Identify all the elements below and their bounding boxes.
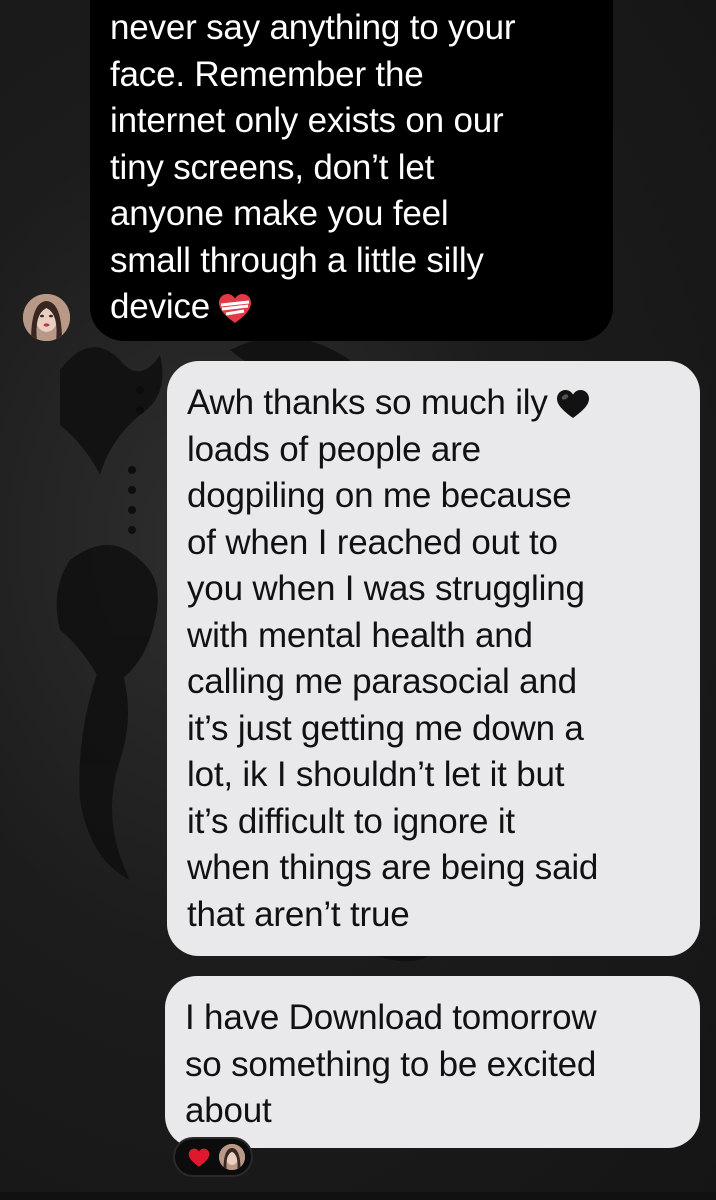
message-text-line-with-emoji: Awh thanks so much ily: [187, 380, 686, 427]
message-reactions[interactable]: [173, 1137, 253, 1177]
incoming-message-bubble[interactable]: never say anything to your face. Remembe…: [90, 0, 613, 341]
message-text-line: when things are being said: [187, 848, 599, 887]
message-text-line: of when I reached out to: [187, 522, 558, 562]
message-text-line: anyone make you feel: [110, 194, 449, 233]
message-text-line: so something to be excited: [185, 1044, 597, 1084]
message-text-line: about: [185, 1091, 272, 1130]
message-text-line: that aren’t true: [187, 894, 410, 934]
reactor-avatar: [219, 1144, 245, 1170]
message-text-line: dogpiling on me because: [187, 476, 572, 515]
message-text-line: it’s just getting me down a: [187, 708, 584, 748]
message-text: Awh thanks so much ily: [187, 383, 548, 422]
message-text: device: [110, 287, 210, 326]
bottom-edge: [0, 1192, 716, 1200]
outgoing-message-bubble[interactable]: I have Download tomorrow so something to…: [165, 976, 700, 1148]
sender-avatar[interactable]: [23, 294, 70, 341]
outgoing-message-bubble[interactable]: Awh thanks so much ily loads of people a…: [167, 361, 700, 956]
message-text-line-with-emoji: device: [110, 284, 593, 331]
avatar-image: [219, 1144, 245, 1170]
message-text-line: internet only exists on our: [110, 101, 504, 140]
message-text-line: calling me parasocial and: [187, 662, 577, 701]
message-text-line: you when I was struggling: [187, 569, 585, 608]
mending-heart-icon: [218, 293, 251, 323]
message-text-line: with mental health and: [187, 615, 533, 655]
black-heart-icon: [556, 390, 589, 419]
message-text-line: I have Download tomorrow: [185, 998, 597, 1037]
avatar-image: [23, 294, 70, 341]
message-text-line: tiny screens, don’t let: [110, 147, 435, 187]
message-text-line: small through a little silly: [110, 240, 484, 280]
message-text-line: face. Remember the: [110, 54, 424, 94]
red-heart-icon: [188, 1148, 210, 1167]
message-text-line: never say anything to your: [110, 8, 516, 47]
message-text-line: loads of people are: [187, 429, 481, 469]
message-text-line: lot, ik I shouldn’t let it but: [187, 755, 565, 794]
message-text-line: it’s difficult to ignore it: [187, 801, 515, 841]
